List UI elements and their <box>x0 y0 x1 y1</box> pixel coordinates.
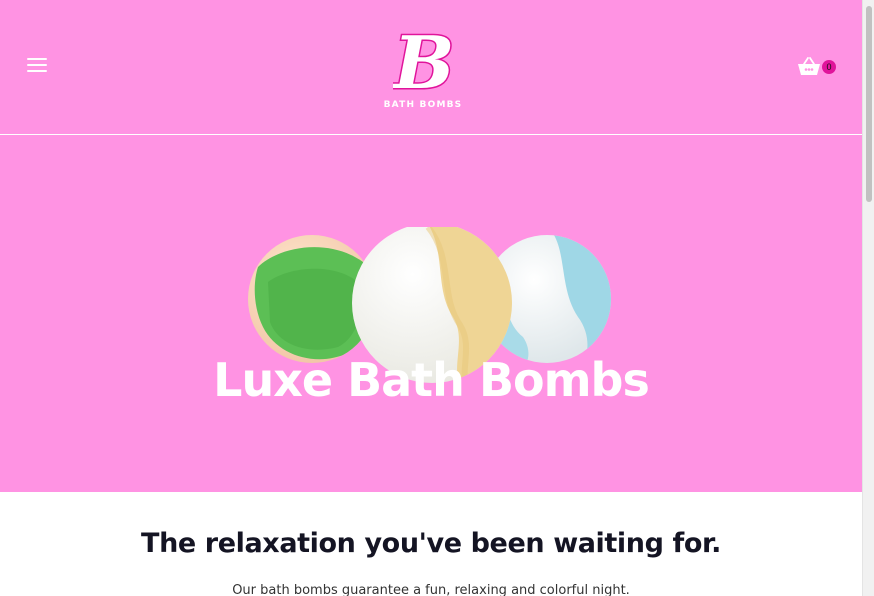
logo-letter-b-icon: B <box>393 24 453 98</box>
cart-button[interactable]: 0 <box>797 56 839 80</box>
basket-icon <box>798 57 820 75</box>
logo-text: BATH BOMBS <box>383 100 463 110</box>
hero-title: Luxe Bath Bombs <box>213 353 650 407</box>
scrollbar-thumb[interactable] <box>866 6 872 202</box>
intro-heading: The relaxation you've been waiting for. <box>141 528 721 559</box>
site-header: B BATH BOMBS 0 <box>0 0 862 135</box>
logo-letter: B <box>393 24 453 98</box>
intro-text: Our bath bombs guarantee a fun, relaxing… <box>232 583 630 596</box>
vertical-scrollbar[interactable] <box>862 0 874 596</box>
menu-line <box>27 70 47 72</box>
brand-logo[interactable]: B BATH BOMBS <box>376 24 470 112</box>
menu-line <box>27 58 47 60</box>
page: B BATH BOMBS 0 Luxe Bath Bombs The relax… <box>0 0 862 596</box>
cart-count-badge: 0 <box>822 60 836 74</box>
hero-section: Luxe Bath Bombs <box>0 135 862 492</box>
menu-line <box>27 64 47 66</box>
hamburger-menu-icon[interactable] <box>27 58 47 75</box>
intro-section: The relaxation you've been waiting for. … <box>0 492 862 596</box>
